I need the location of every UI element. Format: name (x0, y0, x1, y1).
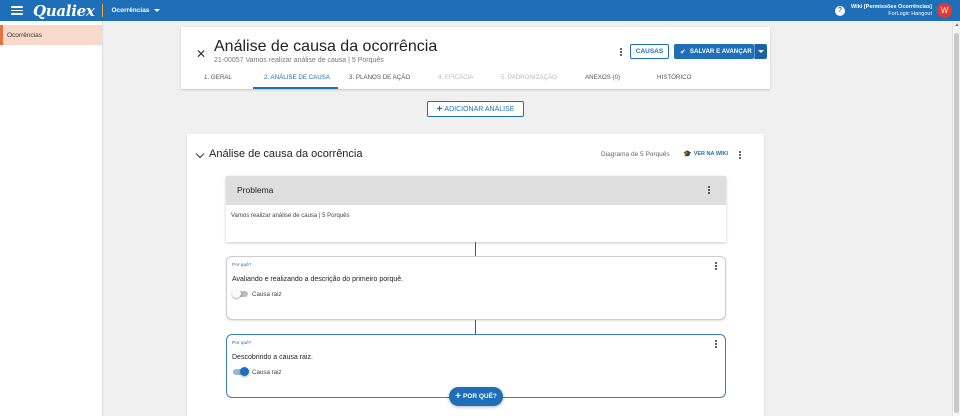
why-box[interactable]: Por quê? Avaliando e realizando a descri… (226, 256, 726, 320)
root-cause-label: Causa raiz (252, 369, 282, 376)
add-analysis-button[interactable]: + ADICIONAR ANÁLISE (427, 101, 524, 117)
why-more-options-icon[interactable] (714, 340, 718, 348)
caret-down-icon (758, 50, 764, 53)
more-options-icon[interactable] (619, 48, 623, 56)
sidebar-item-ocorrencias[interactable]: Ocorrências (0, 25, 102, 45)
user-name: Wiki [Permissões Ocorrências] (851, 4, 932, 10)
connector-line (475, 320, 476, 334)
analysis-title: Análise de causa da ocorrência (209, 148, 363, 160)
menu-icon[interactable] (11, 6, 23, 15)
tab-analise-de-causa[interactable]: 2. ANÁLISE DE CAUSA (264, 74, 330, 81)
collapse-chevron-icon[interactable] (195, 149, 205, 159)
view-wiki-label: VER NA WIKI (693, 151, 729, 157)
connector-line (475, 242, 476, 256)
view-wiki-link[interactable]: 🎓 VER NA WIKI (683, 150, 728, 158)
add-why-label: POR QUÊ? (462, 393, 497, 400)
add-analysis-label: ADICIONAR ANÁLISE (444, 105, 515, 113)
close-icon[interactable]: ✕ (196, 47, 206, 61)
tab-padronizacao: 5. PADRONIZAÇÃO (501, 74, 557, 81)
toggle-knob (232, 289, 241, 298)
logo-divider (102, 4, 104, 17)
page-title: Análise de causa da ocorrência (214, 38, 438, 55)
scroll-thumb[interactable] (954, 33, 959, 413)
problem-title: Problema (237, 185, 274, 195)
active-tab-indicator (253, 87, 338, 89)
toggle-knob (240, 367, 249, 376)
why-more-options-icon[interactable] (714, 262, 718, 270)
why-text: Avaliando e realizando a descrição do pr… (232, 276, 404, 283)
module-selector[interactable]: Ocorrências (111, 7, 161, 14)
root-cause-toggle[interactable] (233, 367, 249, 376)
why-label: Por quê? (232, 263, 252, 268)
causas-button[interactable]: CAUSAS (630, 44, 669, 59)
tab-historico[interactable]: HISTÓRICO (657, 74, 691, 81)
problem-description: Vamos realizar análise de causa | 5 Porq… (231, 213, 350, 219)
problem-box: Problema Vamos realizar análise de causa… (226, 176, 726, 242)
sidebar: Ocorrências (0, 21, 103, 416)
tab-anexos[interactable]: ANEXOS (0) (585, 74, 620, 81)
help-icon[interactable]: ? (835, 5, 846, 16)
root-cause-label: Causa raiz (252, 291, 282, 298)
avatar[interactable]: W (937, 3, 952, 18)
why-text: Descobrindo a causa raiz. (232, 354, 313, 361)
user-organization: ForLogic Hangout (888, 10, 932, 17)
tab-bar: 1. GERAL 2. ANÁLISE DE CAUSA 3. PLANOS D… (181, 70, 770, 89)
why-label: Por quê? (232, 341, 252, 346)
diagram-type: Diagrama de 5 Porquês (601, 151, 670, 158)
problem-header: Problema (226, 176, 726, 205)
problem-more-options-icon[interactable] (707, 186, 711, 194)
analysis-more-options-icon[interactable] (738, 151, 742, 159)
page-subtitle: 21-00057 Vamos realizar análise de causa… (214, 57, 384, 64)
tab-eficacia: 4. EFICÁCIA (438, 74, 474, 81)
root-cause-toggle[interactable] (232, 289, 248, 298)
chevron-down-icon (154, 9, 161, 12)
add-why-button[interactable]: + POR QUÊ? (449, 387, 503, 406)
save-and-advance-label: SALVAR E AVANÇAR (689, 48, 752, 55)
tab-planos-de-acao[interactable]: 3. PLANOS DE AÇÃO (349, 74, 410, 81)
tab-geral[interactable]: 1. GERAL (204, 74, 232, 81)
app-logo[interactable]: Qualiex (33, 2, 95, 20)
occurrence-header: ✕ Análise de causa da ocorrência 21-0005… (181, 27, 770, 89)
sidebar-item-label: Ocorrências (7, 31, 43, 39)
save-options-dropdown[interactable] (754, 44, 767, 59)
scroll-up-icon[interactable] (954, 23, 959, 26)
user-info[interactable]: Wiki [Permissões Ocorrências] ForLogic H… (851, 4, 932, 17)
analysis-card: Análise de causa da ocorrência Diagrama … (187, 134, 764, 416)
module-label: Ocorrências (111, 7, 150, 14)
plus-icon: + (455, 391, 461, 402)
graduation-cap-icon: 🎓 (683, 151, 692, 158)
check-icon: ✔ (680, 48, 686, 56)
top-app-bar: Qualiex Ocorrências ? Wiki [Permissões O… (0, 0, 960, 21)
plus-icon: + (436, 103, 443, 115)
save-and-advance-button[interactable]: ✔ SALVAR E AVANÇAR (674, 44, 754, 59)
scrollbar[interactable] (952, 21, 960, 416)
